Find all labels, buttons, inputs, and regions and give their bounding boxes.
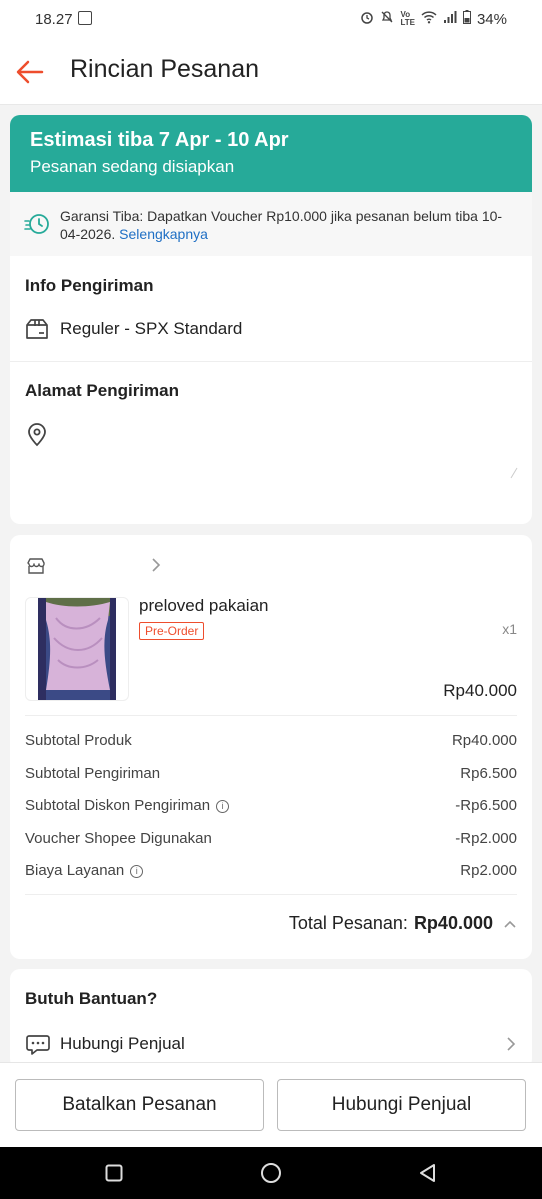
shipping-card: Info Pengiriman Reguler - SPX Standard A… (10, 256, 532, 524)
wifi-icon (421, 10, 437, 28)
guarantee-more-link[interactable]: Selengkapnya (119, 226, 208, 242)
summary-value: Rp2.000 (460, 862, 517, 879)
page-title: Rincian Pesanan (70, 55, 260, 83)
location-pin-icon (27, 423, 47, 452)
summary-label: Subtotal Pengiriman (25, 765, 161, 782)
summary-value: Rp40.000 (451, 732, 517, 749)
pre-order-badge: Pre-Order (139, 622, 205, 640)
address-textarea-resize-icon (510, 466, 518, 484)
summary-value: -Rp6.500 (455, 797, 517, 814)
summary-row: Voucher Shopee Digunakan -Rp2.000 (25, 830, 517, 847)
help-contact-seller[interactable]: Hubungi Penjual (60, 1034, 185, 1054)
summary-label: Subtotal Produk (25, 732, 132, 749)
signal-icon (443, 10, 457, 28)
shipping-method[interactable]: Reguler - SPX Standard (60, 319, 242, 339)
total-value: Rp40.000 (413, 913, 493, 933)
product-name[interactable]: preloved pakaian (139, 596, 268, 616)
home-icon[interactable] (260, 1162, 282, 1189)
product-image[interactable] (25, 597, 129, 701)
store-chevron-right-icon[interactable] (151, 557, 161, 578)
info-icon[interactable]: i (216, 800, 230, 813)
help-title: Butuh Bantuan? (25, 989, 158, 1008)
back-button[interactable] (14, 56, 46, 88)
arrow-left-icon (16, 60, 44, 84)
summary-row: Subtotal Pengiriman Rp6.500 (25, 765, 517, 782)
cancel-order-button[interactable]: Batalkan Pesanan (15, 1079, 264, 1131)
battery-percent: 34% (476, 10, 507, 28)
summary-value: -Rp2.000 (455, 830, 517, 847)
summary-label: Subtotal Diskon Pengiriman (25, 797, 211, 814)
summary-label-wrap: Biaya Layanan i (25, 862, 144, 879)
system-nav-bar (0, 1147, 542, 1199)
chevron-right-icon[interactable] (506, 1036, 516, 1057)
summary-label: Biaya Layanan (25, 862, 125, 879)
recent-apps-icon[interactable] (105, 1164, 123, 1187)
info-icon[interactable]: i (130, 865, 144, 878)
summary-label-wrap: Subtotal Diskon Pengiriman i (25, 797, 230, 814)
divider (25, 715, 517, 716)
fast-delivery-clock-icon (24, 212, 50, 241)
summary-value: Rp6.500 (460, 765, 517, 782)
divider (25, 894, 517, 895)
summary-row: Subtotal Produk Rp40.000 (25, 732, 517, 749)
gallery-icon (78, 11, 92, 25)
shipping-info-title: Info Pengiriman (25, 276, 154, 295)
product-price: Rp40.000 (443, 681, 517, 700)
contact-seller-button[interactable]: Hubungi Penjual (277, 1079, 526, 1131)
help-card: Butuh Bantuan? Hubungi Penjual (10, 969, 532, 1069)
summary-row: Subtotal Diskon Pengiriman i -Rp6.500 (25, 797, 517, 814)
address-title: Alamat Pengiriman (25, 381, 179, 400)
status-icons: Vo LTE 34% (360, 10, 507, 28)
bottom-action-bar: Batalkan Pesanan Hubungi Penjual (0, 1062, 542, 1148)
chevron-up-icon[interactable] (503, 913, 517, 934)
status-bar: 18.27 Vo LTE 34% (0, 0, 542, 40)
mute-icon (380, 10, 394, 28)
app-header: Rincian Pesanan (0, 40, 542, 105)
volte-icon: Vo LTE (400, 10, 415, 27)
guarantee-text: Garansi Tiba: Dapatkan Voucher Rp10.000 … (60, 207, 510, 243)
summary-label: Voucher Shopee Digunakan (25, 830, 212, 847)
delivery-guarantee[interactable]: Garansi Tiba: Dapatkan Voucher Rp10.000 … (10, 192, 532, 257)
order-status-text: Pesanan sedang disiapkan (30, 157, 235, 176)
total-label: Total Pesanan: (288, 913, 408, 933)
status-time: 18.27 (35, 11, 73, 28)
summary-row: Biaya Layanan i Rp2.000 (25, 862, 517, 879)
alarm-icon (360, 10, 374, 28)
delivery-box-icon (25, 317, 49, 346)
product-qty: x1 (502, 621, 517, 637)
back-nav-icon[interactable] (418, 1163, 436, 1188)
order-total[interactable]: Total Pesanan: Rp40.000 (289, 913, 517, 934)
battery-icon (462, 10, 471, 28)
chat-bubble-icon (25, 1033, 51, 1062)
delivery-estimate-banner: Estimasi tiba 7 Apr - 10 Apr Pesanan sed… (10, 115, 532, 192)
divider (10, 361, 532, 362)
store-icon (26, 557, 46, 580)
order-card: preloved pakaian Pre-Order x1 Rp40.000 S… (10, 535, 532, 959)
eta-text: Estimasi tiba 7 Apr - 10 Apr (30, 129, 289, 151)
